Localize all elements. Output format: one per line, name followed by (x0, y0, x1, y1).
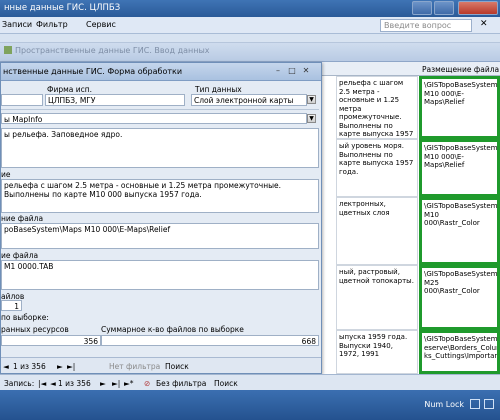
files-count: 1 (1, 300, 22, 311)
type-field[interactable]: Слой электронной карты (191, 94, 307, 106)
column-header-path[interactable]: Размещение файла (422, 65, 499, 74)
filter-icon[interactable]: ⊘ (144, 379, 150, 388)
description-field[interactable]: ы рельефа. Заповедное ядро. (1, 128, 319, 168)
next-record-icon[interactable]: ► (100, 379, 106, 388)
table-cell-desc[interactable]: рельефа с шагом 2.5 метра - основные и 1… (336, 76, 418, 139)
type-label: Тип данных (195, 85, 242, 94)
status-bar: Num Lock (0, 390, 500, 420)
first-record-icon[interactable]: |◄ (38, 379, 46, 388)
file-location-label: ние файла (1, 214, 44, 223)
numlock-indicator: Num Lock (424, 400, 464, 409)
divider (1, 109, 319, 110)
resources-label: ранных ресурсов (1, 325, 69, 334)
record-counter[interactable]: 1 из 356 (58, 379, 91, 388)
firm-field[interactable]: ЦЛПБЗ, МГУ (45, 94, 185, 106)
view-form-icon[interactable] (470, 399, 480, 409)
table-cell-path[interactable]: \GISTopoBaseSystem\ eserve\Borders_Colum… (419, 330, 500, 374)
format-field[interactable]: ы MapInfo (1, 113, 307, 124)
filter-status[interactable]: Нет фильтра (109, 362, 160, 371)
table-cell-path[interactable]: \GISTopoBaseSystem\ M25 000\Rastr_Color (419, 265, 500, 330)
toolbar-strip (0, 34, 500, 43)
table-cell-path[interactable]: \GISTopoBaseSystem\ M10 000\E-Maps\Relie… (419, 76, 500, 139)
form-record-navigator: ◄ 1 из 356 ► ►| Нет фильтра Поиск (1, 357, 321, 373)
record-navigator: Запись: |◄ ◄ 1 из 356 ► ►| ►* ⊘ Без филь… (0, 374, 500, 390)
column-header: Размещение файла (300, 62, 500, 76)
chevron-down-icon[interactable]: ▼ (307, 95, 316, 104)
datasheet: Размещение файла рельефа с шагом 2.5 мет… (300, 62, 500, 374)
resources-count: 356 (1, 335, 101, 346)
table-cell-desc[interactable]: ый уровень моря. Выполнены по карте выпу… (336, 139, 418, 197)
background-window-titlebar: Пространственные данные ГИС. Ввод данных (0, 43, 500, 62)
maximize-button[interactable] (434, 1, 454, 15)
chevron-down-icon[interactable]: ▼ (307, 114, 316, 123)
search-input[interactable]: Поиск (214, 379, 238, 388)
total-files-count: 668 (101, 335, 319, 346)
menu-filter[interactable]: Фильтр (36, 20, 68, 29)
menu-records[interactable]: Записи (2, 20, 32, 29)
search-input[interactable]: Поиск (165, 362, 189, 371)
code-field[interactable] (1, 94, 43, 106)
table-cell-desc[interactable]: ыпуска 1959 года. Выпуски 1940, 1972, 19… (336, 330, 418, 374)
minimize-button[interactable] (412, 1, 432, 15)
dialog-title: нственные данные ГИС. Форма обработки (3, 67, 183, 76)
filename-field[interactable]: M1 0000.TAB (1, 260, 319, 290)
dialog-titlebar: нственные данные ГИС. Форма обработки – … (1, 63, 321, 81)
close-doc-icon[interactable]: ✕ (480, 19, 488, 29)
table-cell-desc[interactable]: лектронных, цветных слоя (336, 197, 418, 265)
title-bar: нные данные ГИС. ЦЛПБЗ (0, 0, 500, 17)
last-record-icon[interactable]: ►| (112, 379, 120, 388)
by-selection-label: по выборке: (1, 313, 49, 322)
filename-label: ие файла (1, 251, 39, 260)
firm-label: Фирма исп. (47, 85, 93, 94)
close-button[interactable] (458, 1, 498, 15)
filter-status[interactable]: Без фильтра (156, 379, 206, 388)
table-cell-path[interactable]: \GISTopoBaseSystem\ M10 000\Rastr_Color (419, 197, 500, 265)
background-window-title: Пространственные данные ГИС. Ввод данных (4, 46, 210, 55)
form-icon (4, 46, 12, 54)
record-nav-first-icon[interactable]: ◄ (3, 362, 9, 371)
menu-bar: Записи Фильтр Сервис Введите вопрос ✕ (0, 17, 500, 34)
menu-service[interactable]: Сервис (86, 20, 116, 29)
dialog-maximize-icon[interactable]: □ (287, 66, 297, 76)
table-cell-path[interactable]: \GISTopoBaseSystem\ M10 000\E-Maps\Relie… (419, 139, 500, 197)
new-record-icon[interactable]: ►* (124, 379, 134, 388)
next-record-icon[interactable]: ► (57, 362, 63, 371)
total-files-label: Суммарное к-во файлов по выборке (101, 325, 244, 334)
record-counter[interactable]: 1 из 356 (13, 362, 46, 371)
prev-record-icon[interactable]: ◄ (50, 379, 56, 388)
dialog-minimize-icon[interactable]: – (273, 66, 283, 76)
notes-field[interactable]: рельефа с шагом 2.5 метра - основные и 1… (1, 179, 319, 213)
last-record-icon[interactable]: ►| (67, 362, 75, 371)
table-cell-desc[interactable]: ный, растровый, цветной топокарты. (336, 265, 418, 330)
window-title: нные данные ГИС. ЦЛПБЗ (4, 3, 121, 13)
file-location-field[interactable]: pоBaseSystem\Maps M10 000\E-Maps\Relief (1, 223, 319, 249)
ask-question-input[interactable]: Введите вопрос (380, 19, 472, 32)
view-datasheet-icon[interactable] (484, 399, 494, 409)
record-label: Запись: (4, 379, 35, 388)
dialog-close-icon[interactable]: ✕ (301, 66, 311, 76)
processing-form-dialog: нственные данные ГИС. Форма обработки – … (0, 62, 322, 374)
description-label: ие (1, 170, 11, 179)
